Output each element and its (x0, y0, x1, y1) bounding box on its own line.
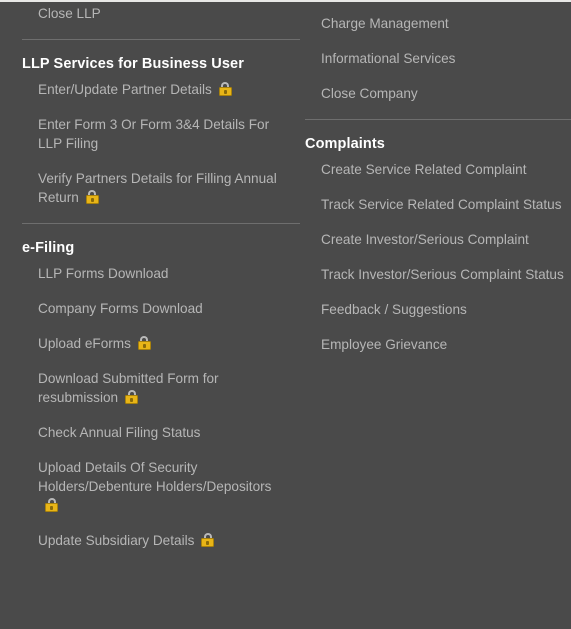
menu-item-label: Update Subsidiary Details (38, 533, 195, 548)
lock-icon (125, 390, 139, 404)
menu-item-label: Employee Grievance (321, 337, 448, 352)
menu-item-label: Verify Partners Details for Filling Annu… (38, 171, 277, 205)
menu-item-check-annual-filing-status[interactable]: Check Annual Filing Status (22, 423, 290, 442)
lock-icon (45, 498, 58, 512)
menu-item-llp-forms-download[interactable]: LLP Forms Download (22, 264, 290, 283)
group-heading-e-filing: e-Filing (22, 240, 75, 256)
menu-item-label: Charge Management (321, 16, 449, 31)
menu-item-label: Check Annual Filing Status (38, 425, 201, 440)
menu-item-close-company[interactable]: Close Company (305, 84, 567, 103)
menu-item-create-investor-serious-complaint[interactable]: Create Investor/Serious Complaint (305, 230, 567, 249)
menu-item-informational-services[interactable]: Informational Services (305, 49, 567, 68)
group-heading-llp-services-for-business-user: LLP Services for Business User (22, 56, 244, 72)
lock-icon (85, 190, 99, 204)
group-separator (22, 39, 300, 40)
menu-item-label: Track Service Related Complaint Status (321, 197, 562, 212)
group-separator (22, 223, 300, 224)
menu-item-label: Upload eForms (38, 336, 131, 351)
menu-item-label: Track Investor/Serious Complaint Status (321, 267, 564, 282)
menu-item-label: Upload Details Of Security Holders/Deben… (38, 460, 272, 494)
menu-item-track-investor-serious-complaint-status[interactable]: Track Investor/Serious Complaint Status (305, 265, 567, 284)
menu-item-upload-details-of-security-holders-debenture-holders-depositors[interactable]: Upload Details Of Security Holders/Deben… (22, 458, 290, 515)
group-separator (305, 119, 571, 120)
menu-item-label: Close LLP (38, 6, 101, 21)
menu-item-close-llp[interactable]: Close LLP (22, 4, 290, 23)
lock-icon (137, 336, 151, 350)
menu-item-verify-partners-details-for-filling-annual-return[interactable]: Verify Partners Details for Filling Annu… (22, 169, 290, 207)
menu-item-label: Create Service Related Complaint (321, 162, 527, 177)
menu-item-label: Enter Form 3 Or Form 3&4 Details For LLP… (38, 117, 270, 151)
menu-item-employee-grievance[interactable]: Employee Grievance (305, 335, 567, 354)
menu-item-label: Feedback / Suggestions (321, 302, 467, 317)
menu-item-create-service-related-complaint[interactable]: Create Service Related Complaint (305, 160, 567, 179)
menu-item-update-subsidiary-details[interactable]: Update Subsidiary Details (22, 531, 290, 550)
menu-item-label: Close Company (321, 86, 418, 101)
menu-item-label: LLP Forms Download (38, 266, 169, 281)
menu-item-charge-management[interactable]: Charge Management (305, 14, 567, 33)
lock-icon (218, 82, 232, 96)
menu-item-company-forms-download[interactable]: Company Forms Download (22, 299, 290, 318)
mega-menu-panel: Close LLP LLP Services for Business User E… (0, 0, 571, 629)
menu-item-label: Enter/Update Partner Details (38, 82, 212, 97)
menu-item-label: Informational Services (321, 51, 456, 66)
lock-icon (201, 533, 215, 547)
menu-item-label: Company Forms Download (38, 301, 203, 316)
menu-item-enter-update-partner-details[interactable]: Enter/Update Partner Details (22, 80, 290, 99)
menu-item-upload-eforms[interactable]: Upload eForms (22, 334, 290, 353)
menu-item-feedback-suggestions[interactable]: Feedback / Suggestions (305, 300, 567, 319)
menu-item-label: Create Investor/Serious Complaint (321, 232, 529, 247)
menu-item-track-service-related-complaint-status[interactable]: Track Service Related Complaint Status (305, 195, 567, 214)
menu-column-left: Close LLP LLP Services for Business User E… (0, 0, 300, 566)
group-heading-complaints: Complaints (305, 136, 385, 152)
menu-column-right: Change Company InformationCharge Managem… (300, 0, 571, 370)
menu-item-enter-form-3-or-form-3-4-details-for-llp-filing[interactable]: Enter Form 3 Or Form 3&4 Details For LLP… (22, 115, 290, 153)
menu-item-download-submitted-form-for-resubmission[interactable]: Download Submitted Form for resubmission (22, 369, 290, 407)
